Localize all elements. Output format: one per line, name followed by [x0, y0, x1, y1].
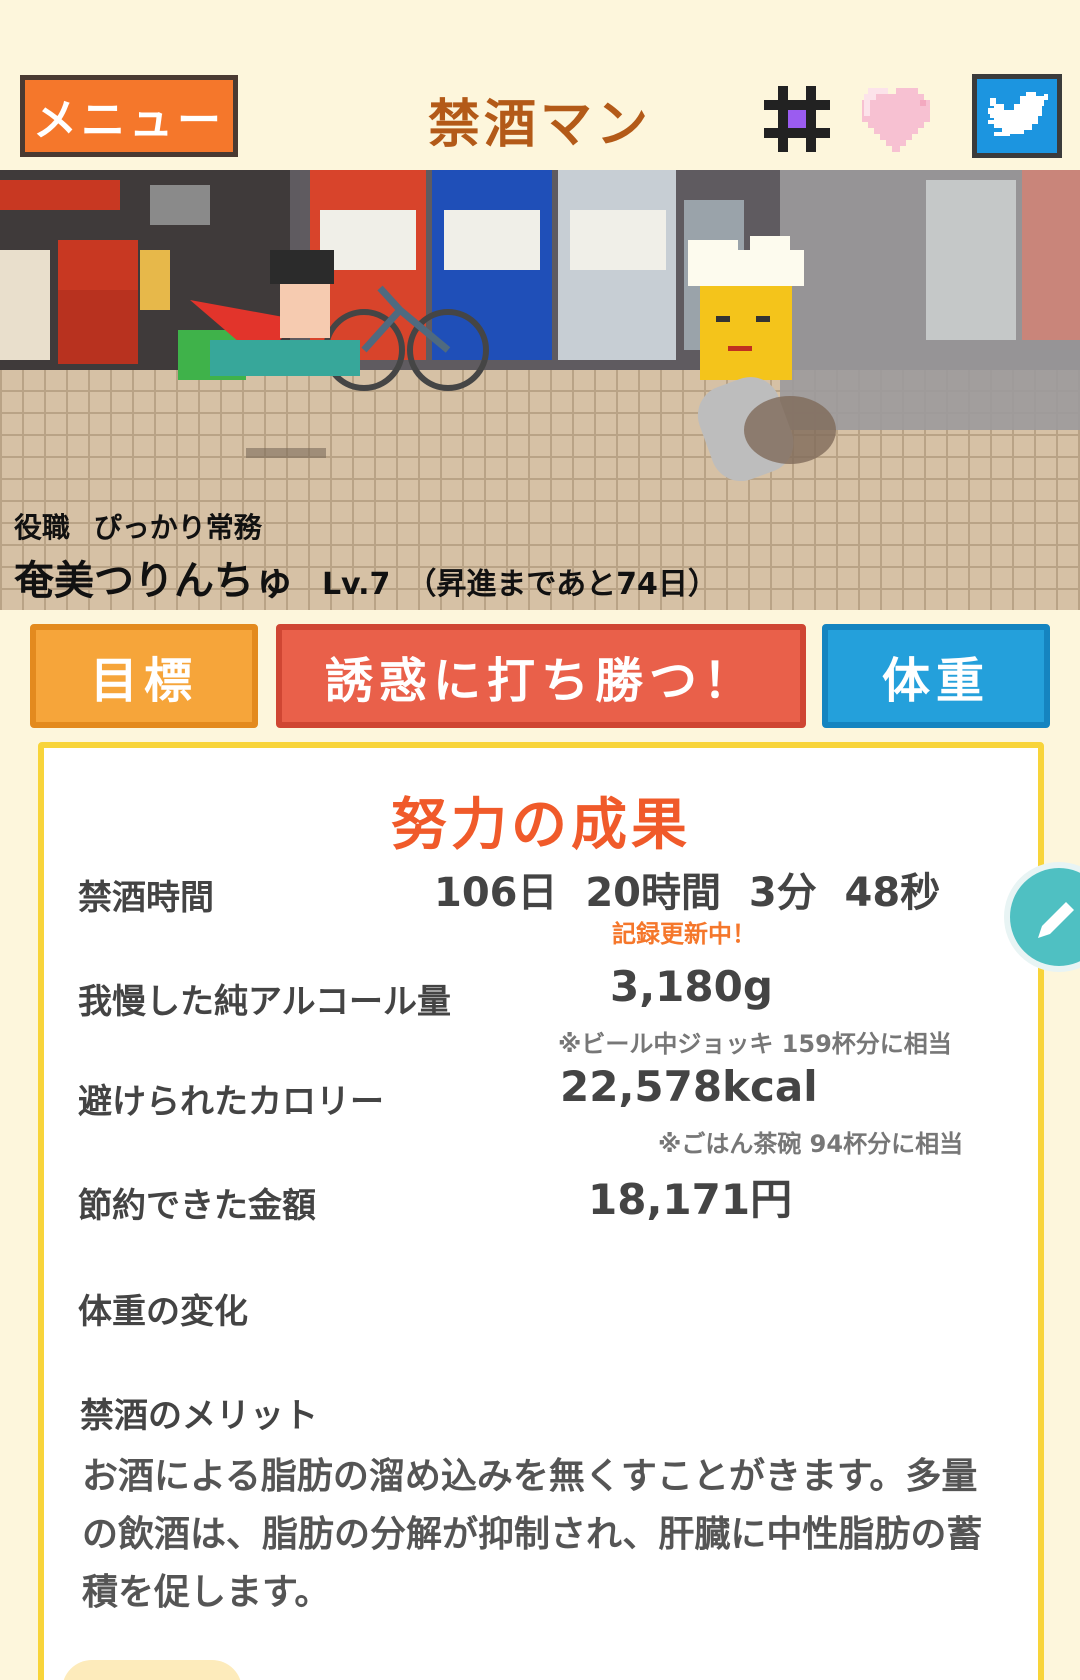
results-title: 努力の成果	[391, 793, 691, 858]
calorie-note: ※ごはん茶碗 94杯分に相当	[658, 1130, 964, 1158]
calorie-value: 22,578kcal	[560, 1062, 818, 1111]
alcohol-note: ※ビール中ジョッキ 159杯分に相当	[558, 1030, 952, 1058]
merit-label: 禁酒のメリット	[80, 1396, 318, 1436]
promotion-text: （昇進まであと74日）	[406, 567, 718, 602]
role-value: ぴっかり常務	[93, 511, 262, 544]
bottom-decoration	[62, 1660, 242, 1680]
weight-button[interactable]: 体重	[822, 624, 1050, 728]
weight-change-label: 体重の変化	[78, 1292, 248, 1332]
resist-temptation-button[interactable]: 誘惑に打ち勝つ！	[276, 624, 806, 728]
money-label: 節約できた金額	[78, 1186, 316, 1226]
alcohol-value: 3,180g	[610, 962, 773, 1011]
alcohol-label: 我慢した純アルコール量	[78, 982, 451, 1022]
pencil-icon	[1038, 902, 1074, 938]
money-value: 18,171円	[588, 1175, 793, 1224]
role-line: 役職 ぴっかり常務	[14, 506, 262, 546]
record-note: 記録更新中！	[612, 920, 756, 948]
name-line: 奄美つりんちゅ Lv.7 （昇進まであと74日）	[14, 548, 718, 606]
header: メニュー 禁酒マン	[0, 0, 1080, 170]
abstinence-label: 禁酒時間	[78, 878, 214, 918]
game-scene: 役職 ぴっかり常務 奄美つりんちゅ Lv.7 （昇進まであと74日）	[0, 170, 1080, 610]
heart-icon[interactable]	[858, 82, 938, 154]
character-name: 奄美つりんちゅ	[14, 558, 294, 604]
abstinence-value: 106日 20時間 3分 48秒	[434, 870, 941, 916]
hash-icon[interactable]	[762, 84, 832, 154]
goal-button[interactable]: 目標	[30, 624, 258, 728]
twitter-icon	[988, 92, 1048, 136]
twitter-button[interactable]	[972, 74, 1062, 158]
results-card: 努力の成果 禁酒時間 106日 20時間 3分 48秒 記録更新中！ 我慢した純…	[38, 742, 1044, 1680]
calorie-label: 避けられたカロリー	[78, 1082, 384, 1122]
role-label: 役職	[14, 511, 71, 544]
merit-text: お酒による脂肪の溜め込みを無くすことがきます。多量の飲酒は、脂肪の分解が抑制され…	[82, 1456, 983, 1613]
level: Lv.7	[321, 567, 391, 602]
